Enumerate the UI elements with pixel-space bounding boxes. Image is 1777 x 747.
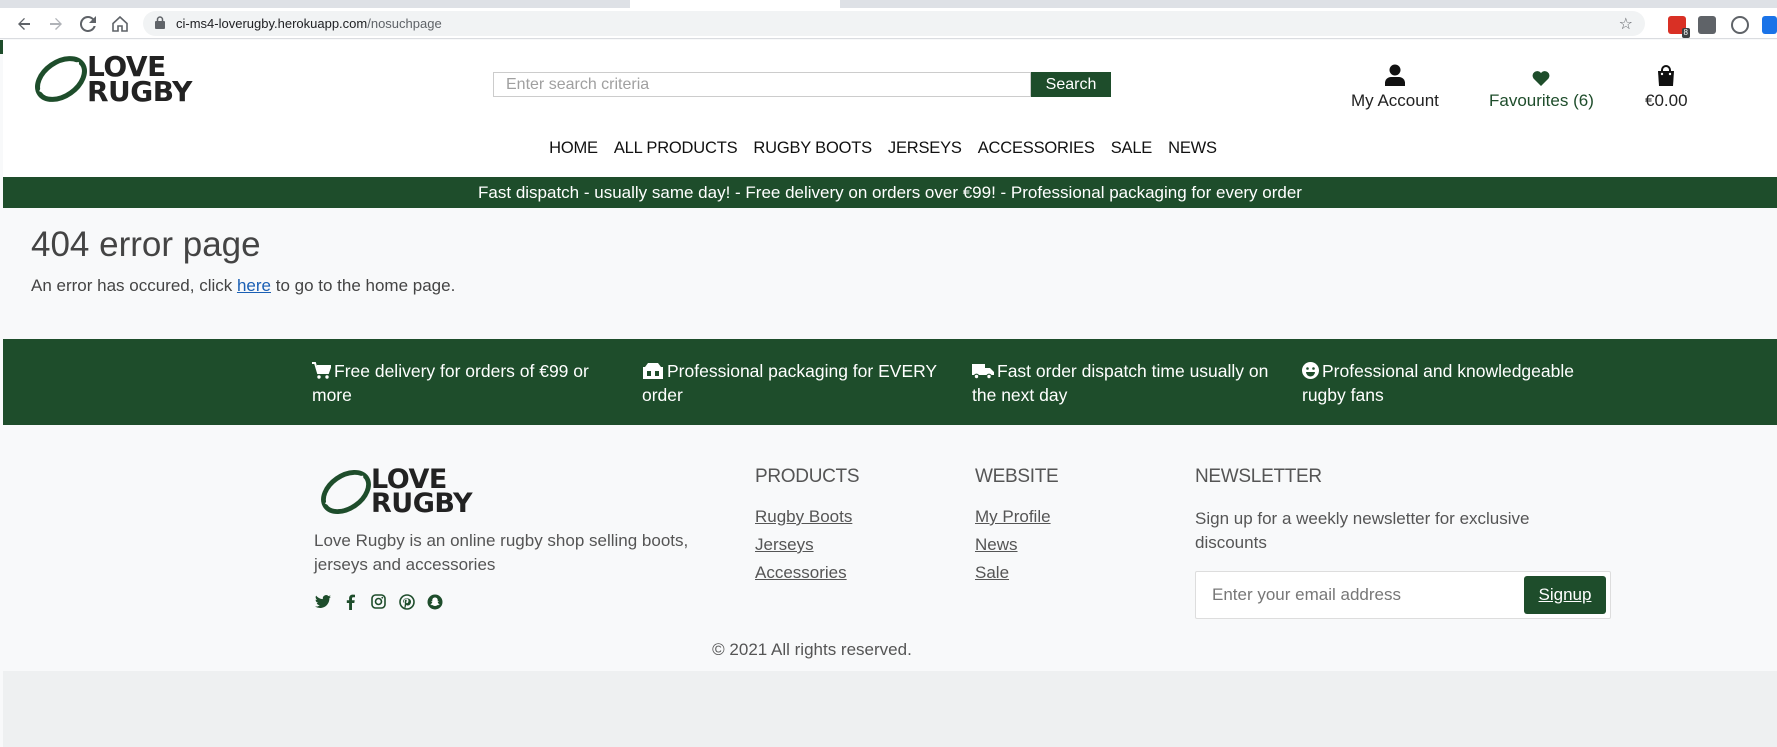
instagram-icon[interactable]: [370, 593, 387, 610]
footer-link-my-profile[interactable]: My Profile: [975, 506, 1058, 527]
feature-free-delivery: Free delivery for orders of €99 or more: [312, 359, 612, 407]
search-form: Search: [493, 72, 1111, 97]
site-logo[interactable]: LOVE RUGBY: [33, 52, 192, 109]
nav-home[interactable]: HOME: [541, 139, 606, 158]
footer-newsletter-column: NEWSLETTER: [1195, 466, 1322, 506]
error-text-before: An error has occured, click: [31, 276, 237, 295]
nav-rugby-boots[interactable]: RUGBY BOOTS: [745, 139, 880, 158]
main-navigation: HOME ALL PRODUCTS RUGBY BOOTS JERSEYS AC…: [3, 139, 1777, 158]
facebook-icon[interactable]: [342, 593, 359, 610]
nav-jerseys[interactable]: JERSEYS: [880, 139, 970, 158]
twitter-icon[interactable]: [314, 593, 331, 610]
newsletter-email-input[interactable]: [1197, 573, 1517, 617]
site-header: LOVE RUGBY Search My Account Favourites …: [3, 40, 1777, 177]
products-heading: PRODUCTS: [755, 466, 860, 487]
footer-products-column: PRODUCTS Rugby Boots Jerseys Accessories: [755, 466, 860, 590]
reload-button[interactable]: [76, 12, 100, 36]
feature-text: Professional packaging for EVERY order: [642, 361, 937, 405]
footer-logo[interactable]: LOVE RUGBY: [319, 466, 473, 520]
newsletter-description: Sign up for a weekly newsletter for excl…: [1195, 509, 1530, 552]
home-button[interactable]: [108, 12, 132, 36]
extension-red-icon[interactable]: 8: [1668, 16, 1690, 38]
page-bottom-area: [3, 671, 1777, 747]
footer-link-news[interactable]: News: [975, 534, 1058, 555]
site-footer: LOVE RUGBY Love Rugby is an online rugby…: [3, 425, 1777, 671]
feature-text: Free delivery for orders of €99 or more: [312, 361, 589, 405]
copyright-text: © 2021 All rights reserved.: [712, 640, 912, 659]
newsletter-form: Signup: [1195, 571, 1611, 619]
features-band: Free delivery for orders of €99 or more …: [3, 339, 1777, 425]
footer-link-jerseys[interactable]: Jerseys: [755, 534, 859, 555]
footer-logo-line-rugby: RUGBY: [371, 488, 473, 520]
reload-icon: [80, 16, 96, 32]
snapchat-icon[interactable]: [426, 593, 443, 610]
page: LOVE RUGBY Search My Account Favourites …: [0, 40, 1777, 747]
my-account-link[interactable]: My Account: [1351, 62, 1439, 111]
footer-link-rugby-boots[interactable]: Rugby Boots: [755, 506, 859, 527]
newsletter-signup-button[interactable]: Signup: [1524, 576, 1606, 614]
truck-icon: [972, 364, 994, 379]
user-icon: [1384, 62, 1405, 86]
url-text: ci-ms4-loverugby.herokuapp.com/nosuchpag…: [176, 16, 442, 31]
shopping-bag-icon: [1656, 62, 1676, 86]
favourites-label: Favourites (6): [1489, 91, 1594, 110]
smile-icon: [1302, 362, 1319, 379]
footer-description: Love Rugby is an online rugby shop selli…: [314, 531, 689, 574]
back-button[interactable]: [12, 12, 36, 36]
search-button[interactable]: Search: [1031, 72, 1111, 97]
bookmark-star-icon[interactable]: ☆: [1619, 14, 1633, 34]
feature-text: Fast order dispatch time usually on the …: [972, 361, 1269, 405]
nav-accessories[interactable]: ACCESSORIES: [970, 139, 1103, 158]
nav-all-products[interactable]: ALL PRODUCTS: [606, 139, 746, 158]
url-host: ci-ms4-loverugby.herokuapp.com: [176, 16, 368, 31]
cart-icon: [312, 362, 331, 379]
logo-line-rugby: RUGBY: [87, 75, 192, 109]
nav-news[interactable]: NEWS: [1160, 139, 1225, 158]
search-input[interactable]: [493, 72, 1031, 97]
promo-banner: Fast dispatch - usually same day! - Free…: [3, 177, 1777, 208]
extension-badge: 8: [1681, 28, 1690, 38]
social-links: [314, 593, 443, 610]
home-page-link[interactable]: here: [237, 276, 271, 295]
pinterest-icon[interactable]: [398, 593, 415, 610]
home-icon: [112, 16, 128, 32]
rugby-ball-icon: [321, 470, 371, 515]
favourites-link[interactable]: Favourites (6): [1489, 62, 1594, 111]
feature-fast-dispatch: Fast order dispatch time usually on the …: [972, 359, 1272, 407]
forward-button[interactable]: [44, 12, 68, 36]
browser-tabstrip: [0, 0, 1777, 8]
forward-arrow-icon: [50, 18, 62, 30]
browser-toolbar: ci-ms4-loverugby.herokuapp.com/nosuchpag…: [0, 8, 1777, 39]
footer-website-column: WEBSITE My Profile News Sale: [975, 466, 1059, 590]
cart-total: €0.00: [1645, 91, 1688, 110]
rugby-ball-icon: [35, 56, 87, 103]
my-account-label: My Account: [1351, 91, 1439, 110]
extension-w-icon[interactable]: [1731, 16, 1749, 34]
feature-packaging: Professional packaging for EVERY order: [642, 359, 942, 407]
cart-link[interactable]: €0.00: [1645, 62, 1688, 111]
url-path: /nosuchpage: [367, 16, 442, 31]
error-text-after: to go to the home page.: [271, 276, 456, 295]
nav-sale[interactable]: SALE: [1103, 139, 1160, 158]
newsletter-heading: NEWSLETTER: [1195, 466, 1322, 487]
feature-rugby-fans: Professional and knowledgeable rugby fan…: [1302, 359, 1602, 407]
box-icon: [643, 363, 663, 379]
website-heading: WEBSITE: [975, 466, 1059, 487]
extension-blue-icon[interactable]: [1762, 16, 1777, 34]
promo-text: Fast dispatch - usually same day! - Free…: [478, 182, 1302, 202]
browser-active-tab[interactable]: [630, 0, 840, 8]
footer-link-sale[interactable]: Sale: [975, 562, 1058, 583]
address-bar[interactable]: ci-ms4-loverugby.herokuapp.com/nosuchpag…: [143, 11, 1645, 36]
footer-link-accessories[interactable]: Accessories: [755, 562, 859, 583]
error-title: 404 error page: [31, 225, 261, 264]
error-message: An error has occured, click here to go t…: [31, 276, 455, 296]
extension-monitor-icon[interactable]: [1698, 16, 1716, 34]
lock-icon: [155, 16, 165, 34]
back-arrow-icon: [18, 18, 30, 30]
feature-text: Professional and knowledgeable rugby fan…: [1302, 361, 1574, 405]
heart-icon: [1532, 62, 1550, 86]
